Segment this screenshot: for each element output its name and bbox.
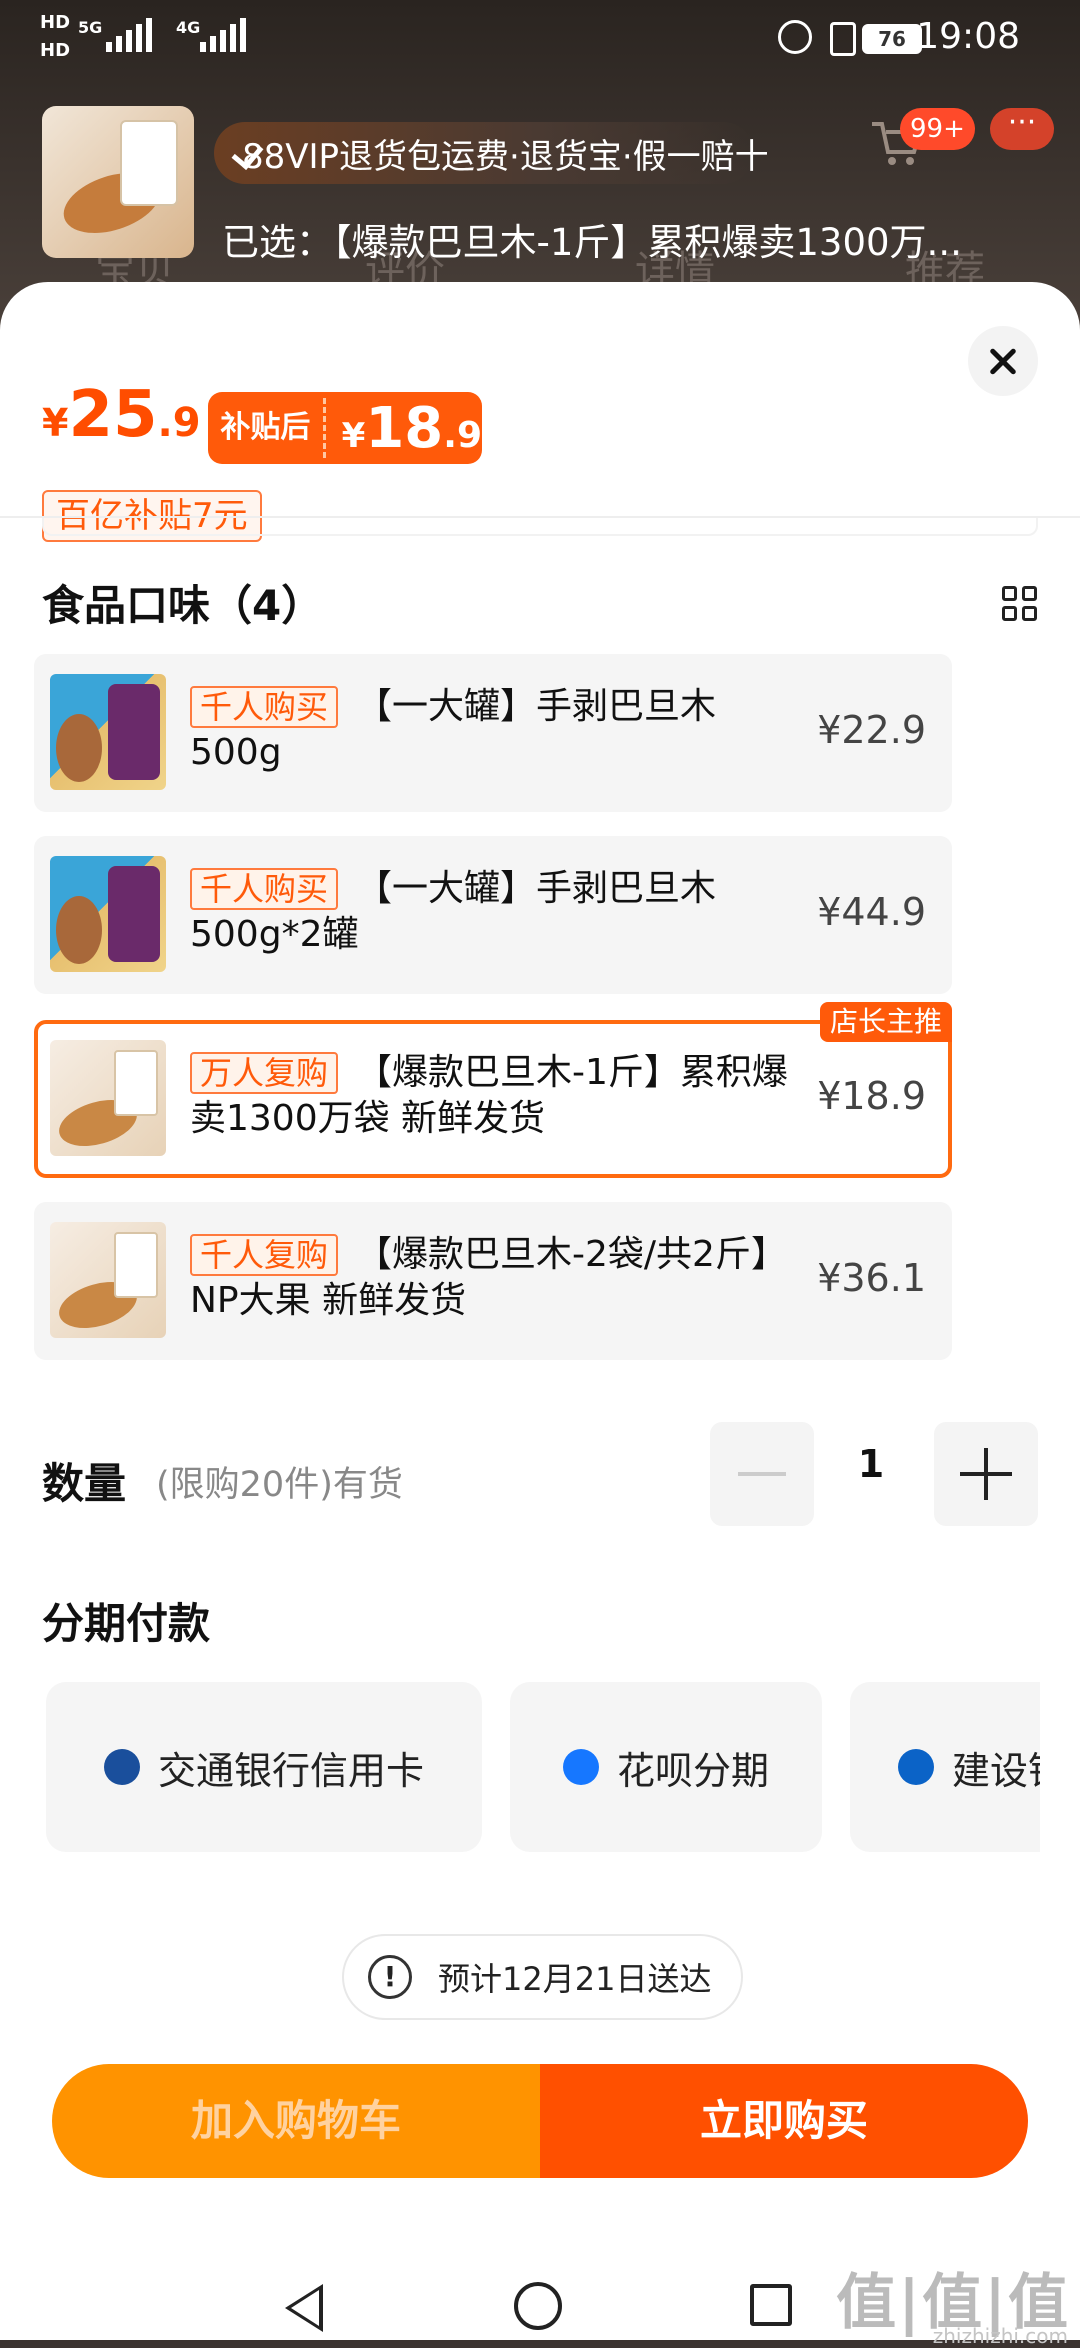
- status-bar: HD HD 5G 4G 76 19:08: [0, 0, 1080, 80]
- option-text: 万人复购 【爆款巴旦木-1斤】累积爆卖1300万袋 新鲜发货: [190, 1050, 790, 1142]
- subsidy-price-pill: 补贴后 ¥18.9: [208, 392, 482, 464]
- product-image: [50, 856, 166, 972]
- currency-symbol: ¥: [341, 415, 366, 456]
- collapsed-section-edge: [42, 518, 1038, 536]
- back-icon[interactable]: [285, 2284, 323, 2332]
- flavor-option[interactable]: 千人复购 【爆款巴旦木-2袋/共2斤】NP大果 新鲜发货 ¥36.1: [34, 1202, 952, 1360]
- flavor-option-selected[interactable]: 店长主推 万人复购 【爆款巴旦木-1斤】累积爆卖1300万袋 新鲜发货 ¥18.9: [34, 1002, 952, 1178]
- sku-selection-sheet: ¥25.9 补贴后 ¥18.9 百亿补贴7元 食品口味（4） 千人购买 【一大罐】…: [0, 282, 1080, 2348]
- home-icon[interactable]: [514, 2282, 562, 2330]
- flavor-section-title: 食品口味（4）: [42, 581, 324, 630]
- installment-label: 交通银行信用卡: [157, 1748, 424, 1793]
- option-text: 千人购买 【一大罐】手剥巴旦木500g*2罐: [190, 866, 790, 958]
- price-decimal: .9: [157, 400, 201, 446]
- network-type-1: 5G: [78, 18, 103, 37]
- option-text: 千人购买 【一大罐】手剥巴旦木500g: [190, 684, 790, 776]
- hd-indicator-2: HD: [40, 40, 71, 61]
- option-tag: 万人复购: [190, 1052, 339, 1094]
- quantity-limit: (限购20件)有货: [156, 1465, 403, 1505]
- more-icon[interactable]: ···: [990, 108, 1054, 150]
- increase-quantity-button[interactable]: [934, 1422, 1038, 1526]
- cart-count-badge: 99+: [900, 108, 975, 150]
- option-tag: 千人复购: [190, 1234, 339, 1276]
- hd-indicator: HD: [40, 12, 71, 33]
- installment-option-ccb[interactable]: 建设银行: [850, 1682, 1040, 1852]
- flavor-option[interactable]: 千人购买 【一大罐】手剥巴旦木500g*2罐 ¥44.9: [34, 836, 952, 994]
- battery-icon: 76: [862, 24, 922, 54]
- decrease-quantity-button[interactable]: [710, 1422, 814, 1526]
- installment-options: 交通银行信用卡 花呗分期 建设银行: [46, 1682, 1040, 1854]
- quantity-label: 数量: [42, 1459, 127, 1508]
- system-navigation-bar: 值|值|值 zhizhizhi.com: [0, 2268, 1080, 2348]
- recent-apps-icon[interactable]: [750, 2284, 792, 2326]
- add-to-cart-button[interactable]: 加入购物车: [52, 2064, 540, 2178]
- option-price: ¥44.9: [817, 890, 926, 934]
- ccb-icon: [898, 1749, 934, 1785]
- option-text: 千人复购 【爆款巴旦木-2袋/共2斤】NP大果 新鲜发货: [190, 1232, 790, 1324]
- subsidy-price-decimal: .9: [443, 414, 482, 456]
- selected-product-thumbnail[interactable]: [42, 106, 194, 258]
- delivery-text: 预计12月21日送达: [438, 1960, 712, 1998]
- vip-service-banner[interactable]: 88VIP退货包运费·退货宝·假一赔十: [214, 122, 769, 184]
- installment-label: 花呗分期: [616, 1748, 769, 1793]
- bocom-icon: [103, 1749, 140, 1785]
- network-type-2: 4G: [176, 18, 201, 37]
- clock: 19:08: [916, 16, 1020, 57]
- grid-view-icon[interactable]: [1002, 586, 1038, 622]
- info-icon: !: [368, 1955, 412, 1999]
- quantity-value[interactable]: 1: [816, 1442, 926, 1486]
- subsidy-label: 补贴后: [208, 398, 326, 458]
- signal-icon-2: [200, 18, 246, 52]
- installment-option-huabei[interactable]: 花呗分期: [510, 1682, 822, 1852]
- option-price: ¥18.9: [817, 1074, 926, 1118]
- product-image: [50, 1222, 166, 1338]
- product-image: [50, 674, 166, 790]
- option-tag: 千人购买: [190, 686, 339, 728]
- signal-icon: [106, 18, 152, 52]
- installment-label: 建设银行: [952, 1748, 1040, 1793]
- vibrate-icon: [830, 22, 856, 56]
- huabei-icon: [562, 1749, 599, 1785]
- recommended-badge: 店长主推: [819, 1002, 952, 1042]
- product-image: [50, 1040, 166, 1156]
- watermark-url: zhizhizhi.com: [932, 2324, 1068, 2348]
- subsidy-price: ¥18.9: [326, 396, 482, 461]
- selected-sku-text: 已选：【爆款巴旦木-1斤】累积爆卖1300万...: [222, 221, 962, 264]
- close-button[interactable]: [968, 326, 1038, 396]
- installment-option-bocom[interactable]: 交通银行信用卡: [46, 1682, 482, 1852]
- option-price: ¥36.1: [817, 1256, 926, 1300]
- vip-service-text: 88VIP退货包运费·退货宝·假一赔十: [242, 136, 769, 177]
- price-integer: 25: [68, 378, 158, 452]
- original-price: ¥25.9: [42, 378, 201, 452]
- buy-now-button[interactable]: 立即购买: [540, 2064, 1028, 2178]
- subsidy-price-integer: 18: [365, 395, 444, 461]
- delivery-estimate: ! 预计12月21日送达: [342, 1934, 744, 2020]
- option-price: ¥22.9: [817, 708, 926, 752]
- option-tag: 千人购买: [190, 868, 339, 910]
- currency-symbol: ¥: [42, 401, 69, 445]
- alarm-icon: [778, 20, 812, 54]
- flavor-option[interactable]: 千人购买 【一大罐】手剥巴旦木500g ¥22.9: [34, 654, 952, 812]
- installment-title: 分期付款: [42, 1599, 211, 1648]
